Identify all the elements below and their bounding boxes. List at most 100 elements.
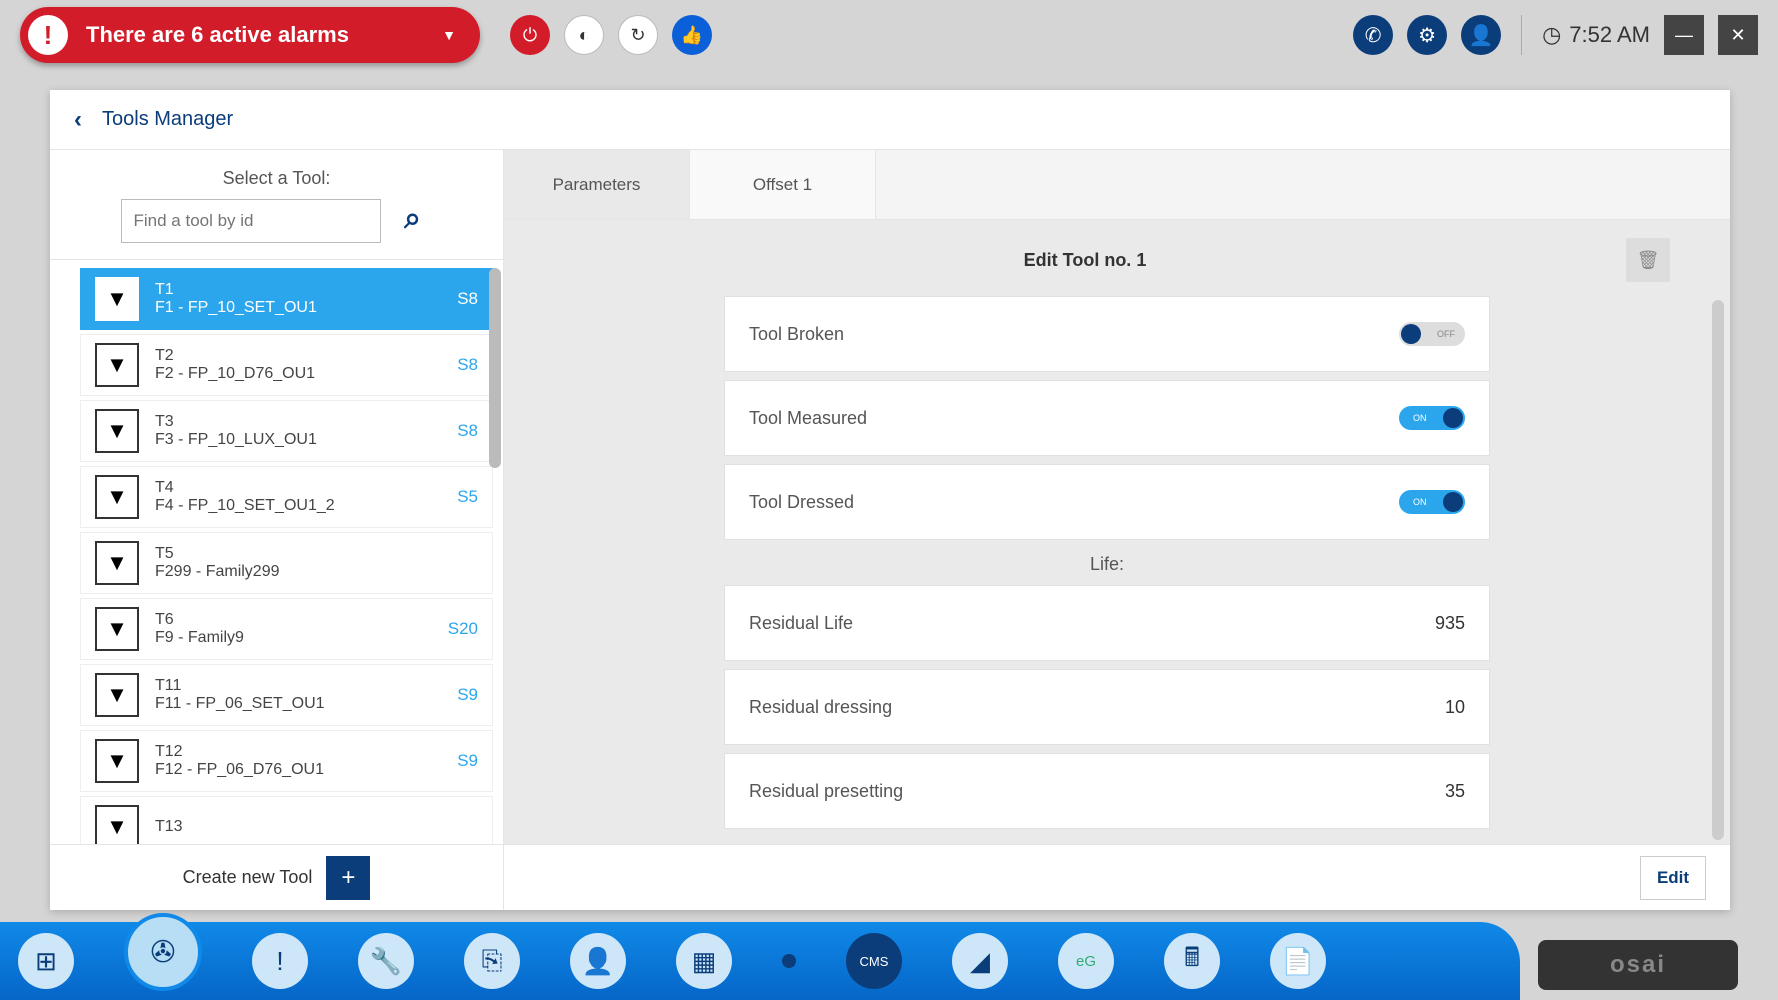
tool-measured-toggle[interactable]: ON [1399,406,1465,430]
user-icon[interactable]: 👤 [1461,15,1501,55]
tool-id: T1 [155,281,457,299]
taskbar-screen-icon[interactable]: ▦ [676,933,732,989]
tool-family: F4 - FP_10_SET_OU1_2 [155,497,457,515]
taskbar-home-icon[interactable]: ⊞ [18,933,74,989]
taskbar-wrench-icon[interactable]: 🔧 [358,933,414,989]
close-button[interactable]: ✕ [1718,15,1758,55]
taskbar-notes-icon[interactable]: 📄 [1270,933,1326,989]
tool-broken-toggle[interactable]: OFF [1399,322,1465,346]
panel-title: Edit Tool no. 1 [544,250,1626,271]
tool-family: F11 - FP_06_SET_OU1 [155,695,457,713]
residual-dressing-value: 10 [1445,697,1465,718]
taskbar-user-icon[interactable]: 👤 [570,933,626,989]
select-tool-label: Select a Tool: [50,150,503,199]
life-section-label: Life: [724,554,1490,575]
tool-list-item[interactable]: ▼ T11F11 - FP_06_SET_OU1S9 [80,664,493,726]
alarm-text: There are 6 active alarms [86,22,442,48]
taskbar-dot-icon [782,954,796,968]
taskbar-tools-icon[interactable]: ✇ [124,913,202,991]
tool-slot: S8 [457,421,478,441]
tool-icon: ▼ [95,607,139,651]
tool-id: T12 [155,743,457,761]
residual-life-label: Residual Life [749,613,1435,634]
clock-display: ◷ 7:52 AM [1542,22,1650,48]
content-scrollbar[interactable] [1712,300,1724,840]
tool-list-item[interactable]: ▼ T5F299 - Family299 [80,532,493,594]
tool-icon: ▼ [95,541,139,585]
tool-slot: S9 [457,685,478,705]
residual-life-value: 935 [1435,613,1465,634]
machine-icon[interactable]: ⚙ [1407,15,1447,55]
tab-offset[interactable]: Offset 1 [690,150,876,219]
sidebar-scrollbar[interactable] [489,268,501,468]
alarm-banner[interactable]: ! There are 6 active alarms ▼ [20,7,480,63]
tool-dressed-toggle[interactable]: ON [1399,490,1465,514]
tool-family: F2 - FP_10_D76_OU1 [155,365,457,383]
tool-list-item[interactable]: ▼ T12F12 - FP_06_D76_OU1S9 [80,730,493,792]
tool-id: T6 [155,611,448,629]
search-icon[interactable]: ⌕ [393,199,433,239]
tool-icon: ▼ [95,409,139,453]
tool-family: F9 - Family9 [155,629,448,647]
tool-list-item[interactable]: ▼ T3F3 - FP_10_LUX_OU1S8 [80,400,493,462]
tool-list-item[interactable]: ▼ T2F2 - FP_10_D76_OU1S8 [80,334,493,396]
tool-icon: ▼ [95,277,139,321]
taskbar-layout-icon[interactable]: ⎘ [464,933,520,989]
tool-id: T11 [155,677,457,695]
divider [1521,15,1522,55]
sync-icon[interactable]: ↻ [618,15,658,55]
time-text: 7:52 AM [1569,22,1650,48]
brand-logo: osai [1538,940,1738,990]
tool-icon: ▼ [95,673,139,717]
residual-dressing-label: Residual dressing [749,697,1445,718]
tool-icon: ▼ [95,475,139,519]
tool-icon: ▼ [95,805,139,844]
taskbar-app1-icon[interactable]: ◢ [952,933,1008,989]
tool-slot: S9 [457,751,478,771]
thumbs-up-icon[interactable]: 👍 [672,15,712,55]
tool-slot: S8 [457,355,478,375]
taskbar-cms-icon[interactable]: CMS [846,933,902,989]
tool-measured-label: Tool Measured [749,408,1399,429]
tool-family: F1 - FP_10_SET_OU1 [155,299,457,317]
minimize-button[interactable]: — [1664,15,1704,55]
tool-slot: S8 [457,289,478,309]
back-button[interactable]: ‹ [74,106,82,134]
search-input[interactable] [121,199,381,243]
tool-id: T2 [155,347,457,365]
tool-family: F3 - FP_10_LUX_OU1 [155,431,457,449]
tool-family: F299 - Family299 [155,563,478,581]
chevron-down-icon[interactable]: ▼ [442,27,456,43]
tool-broken-label: Tool Broken [749,324,1399,345]
tool-slot: S5 [457,487,478,507]
tool-slot: S20 [448,619,478,639]
create-tool-label: Create new Tool [183,867,313,888]
tool-dressed-label: Tool Dressed [749,492,1399,513]
taskbar-calc-icon[interactable]: 🖩 [1164,933,1220,989]
alarm-icon: ! [28,15,68,55]
power-icon[interactable]: ⏻ [510,15,550,55]
tool-id: T4 [155,479,457,497]
tool-list-item[interactable]: ▼ T1F1 - FP_10_SET_OU1S8 [80,268,493,330]
delete-button[interactable]: 🗑 [1626,238,1670,282]
tab-parameters[interactable]: Parameters [504,150,690,219]
tool-family: F12 - FP_06_D76_OU1 [155,761,457,779]
edit-button[interactable]: Edit [1640,856,1706,900]
tool-icon: ▼ [95,343,139,387]
residual-presetting-label: Residual presetting [749,781,1445,802]
tool-id: T3 [155,413,457,431]
clock-icon: ◷ [1542,22,1561,48]
page-title: Tools Manager [102,108,233,131]
phone-icon[interactable]: ✆ [1353,15,1393,55]
tool-id: T5 [155,545,478,563]
residual-presetting-value: 35 [1445,781,1465,802]
tool-icon: ▼ [95,739,139,783]
tool-list-item[interactable]: ▼ T4F4 - FP_10_SET_OU1_2S5 [80,466,493,528]
taskbar-eg-icon[interactable]: eG [1058,933,1114,989]
taskbar-alert-icon[interactable]: ! [252,933,308,989]
tool-list-item[interactable]: ▼ T6F9 - Family9S20 [80,598,493,660]
tool-id: T13 [155,818,478,836]
activity-icon[interactable]: ◐ [564,15,604,55]
create-tool-button[interactable]: + [326,856,370,900]
tool-list-item[interactable]: ▼ T13 [80,796,493,844]
